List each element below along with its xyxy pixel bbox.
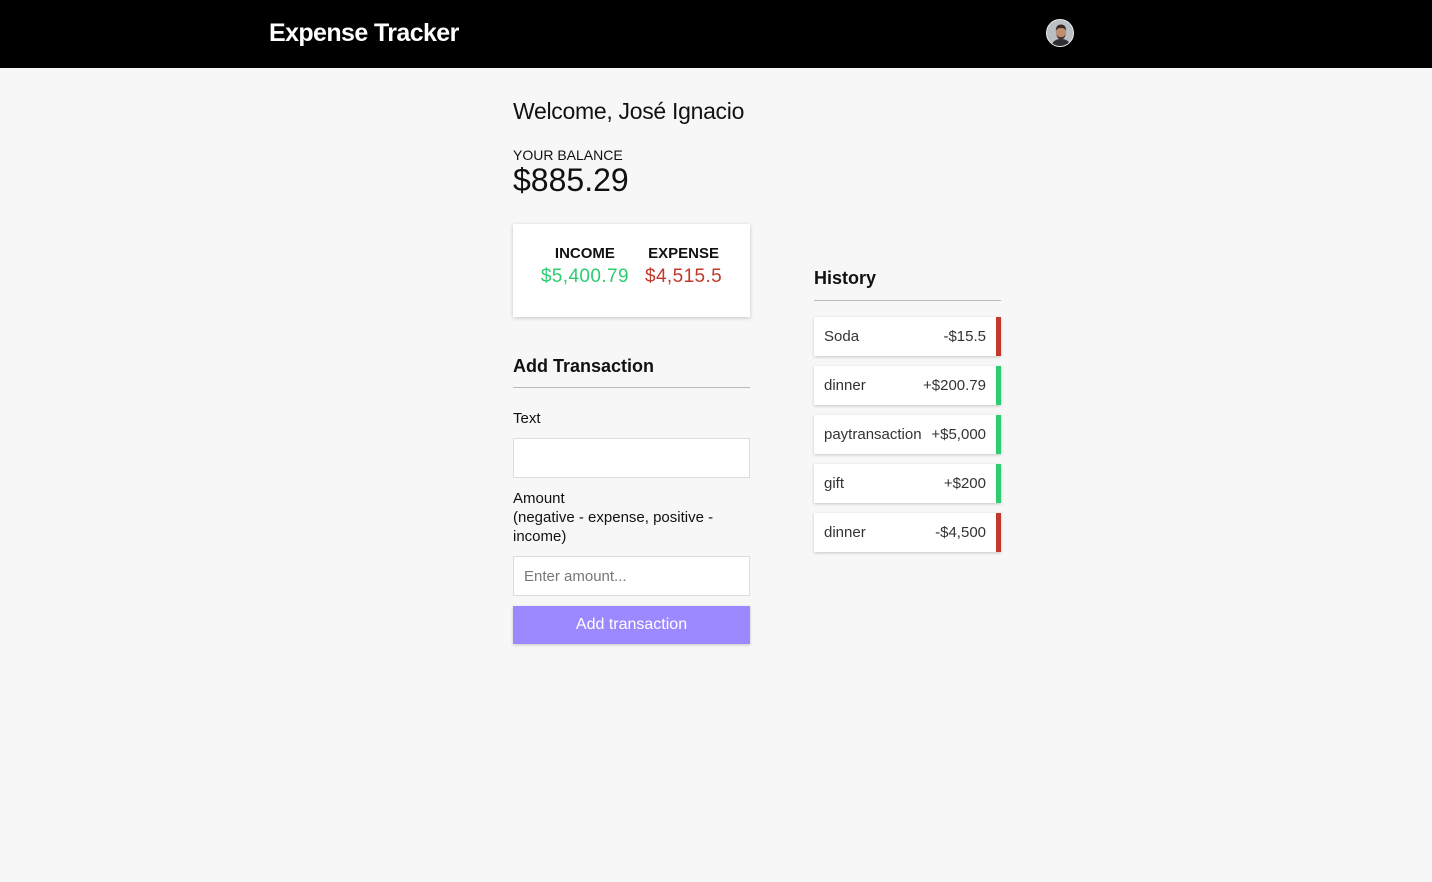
transaction-amount: +$200.79 bbox=[923, 377, 986, 394]
amount-label: Amount (negative - expense, positive - i… bbox=[513, 489, 750, 546]
app-title: Expense Tracker bbox=[269, 19, 459, 47]
income-expense-card: INCOME $5,400.79 EXPENSE $4,515.5 bbox=[513, 224, 750, 317]
income-label: INCOME bbox=[554, 245, 615, 262]
text-input[interactable] bbox=[513, 438, 750, 478]
transaction-amount: -$15.5 bbox=[943, 328, 986, 345]
transaction-item[interactable]: gift +$200 bbox=[814, 464, 1001, 503]
top-navbar: Expense Tracker bbox=[0, 0, 1432, 68]
amount-input[interactable] bbox=[513, 556, 750, 596]
transaction-amount: +$5,000 bbox=[931, 426, 986, 443]
expense-value: $4,515.5 bbox=[644, 266, 723, 287]
avatar-icon bbox=[1047, 20, 1073, 46]
transaction-text: Soda bbox=[824, 328, 860, 345]
transaction-text: dinner bbox=[824, 377, 866, 394]
add-transaction-form: Add Transaction Text Amount (negative - … bbox=[513, 356, 750, 644]
amount-label-title: Amount bbox=[513, 490, 565, 507]
balance-label: YOUR BALANCE bbox=[513, 147, 623, 163]
transaction-item[interactable]: paytransaction +$5,000 bbox=[814, 415, 1001, 454]
transaction-list: Soda -$15.5 dinner +$200.79 paytransacti… bbox=[814, 317, 1001, 552]
transaction-item[interactable]: dinner -$4,500 bbox=[814, 513, 1001, 552]
expense-label: EXPENSE bbox=[648, 245, 719, 262]
add-transaction-button[interactable]: Add transaction bbox=[513, 606, 750, 644]
balance-section: Welcome, José Ignacio YOUR BALANCE $885.… bbox=[513, 98, 750, 197]
transaction-amount: +$200 bbox=[943, 475, 986, 492]
history-title: History bbox=[814, 268, 1001, 301]
transaction-amount: -$4,500 bbox=[935, 524, 986, 541]
text-label: Text bbox=[513, 410, 541, 427]
income-value: $5,400.79 bbox=[540, 266, 629, 287]
amount-label-hint: (negative - expense, positive - income) bbox=[513, 509, 714, 545]
expense-block: EXPENSE $4,515.5 bbox=[637, 245, 730, 288]
balance-value: $885.29 bbox=[513, 162, 629, 198]
income-block: INCOME $5,400.79 bbox=[533, 245, 637, 288]
user-avatar-icon[interactable] bbox=[1046, 19, 1074, 47]
transaction-item[interactable]: Soda -$15.5 bbox=[814, 317, 1001, 356]
transaction-item[interactable]: dinner +$200.79 bbox=[814, 366, 1001, 405]
add-transaction-title: Add Transaction bbox=[513, 356, 750, 388]
transaction-text: paytransaction bbox=[824, 426, 922, 443]
welcome-heading: Welcome, José Ignacio bbox=[513, 98, 745, 124]
history-section: History Soda -$15.5 dinner +$200.79 payt… bbox=[814, 268, 1001, 562]
transaction-text: gift bbox=[824, 475, 845, 492]
transaction-text: dinner bbox=[824, 524, 866, 541]
